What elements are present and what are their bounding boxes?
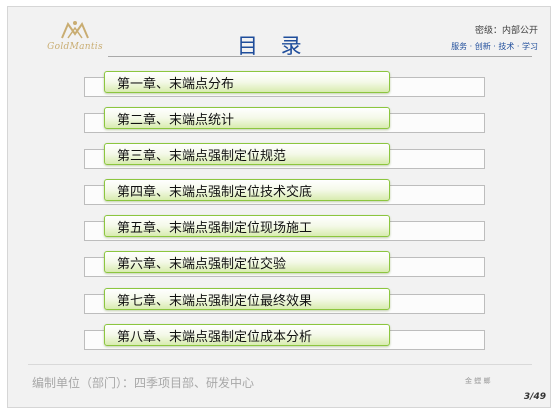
- footer-brand: 金 螳 螂: [465, 377, 491, 385]
- toc-item-label: 第四章、末端点强制定位技术交底: [117, 185, 313, 200]
- toc-item-label: 第八章、末端点强制定位成本分析: [117, 330, 313, 345]
- header-divider: [108, 56, 532, 57]
- toc-item-5[interactable]: 第五章、末端点强制定位现场施工: [84, 215, 486, 241]
- slogan: 服务 · 创新 · 技术 · 学习: [451, 42, 538, 51]
- company-logo: GoldMantis: [40, 20, 110, 60]
- mantis-logo-icon: [61, 21, 89, 39]
- footer-divider: [28, 364, 532, 365]
- toc-item-7[interactable]: 第七章、末端点强制定位最终效果: [84, 288, 486, 314]
- toc-item-3[interactable]: 第三章、末端点强制定位规范: [84, 143, 486, 169]
- toc-item-2[interactable]: 第二章、末端点统计: [84, 107, 486, 133]
- toc-item-1[interactable]: 第一章、末端点分布: [84, 71, 486, 97]
- toc-item-6[interactable]: 第六章、末端点强制定位交验: [84, 251, 486, 277]
- toc-item-label: 第一章、末端点分布: [117, 77, 235, 92]
- toc-item-8[interactable]: 第八章、末端点强制定位成本分析: [84, 324, 486, 350]
- toc-item-label: 第二章、末端点统计: [117, 113, 235, 128]
- toc-item-label: 第七章、末端点强制定位最终效果: [117, 294, 313, 309]
- toc-item-label: 第五章、末端点强制定位现场施工: [117, 221, 313, 236]
- confidentiality-label: 密级：内部公开: [474, 26, 538, 36]
- logo-text: GoldMantis: [47, 42, 103, 52]
- toc-item-label: 第六章、末端点强制定位交验: [117, 257, 287, 272]
- toc-item-label: 第三章、末端点强制定位规范: [117, 149, 287, 164]
- page-number: 3/49: [523, 392, 546, 402]
- footer-org: 编制单位（部门）：四季项目部、研发中心: [32, 376, 255, 390]
- toc-item-4[interactable]: 第四章、末端点强制定位技术交底: [84, 179, 486, 205]
